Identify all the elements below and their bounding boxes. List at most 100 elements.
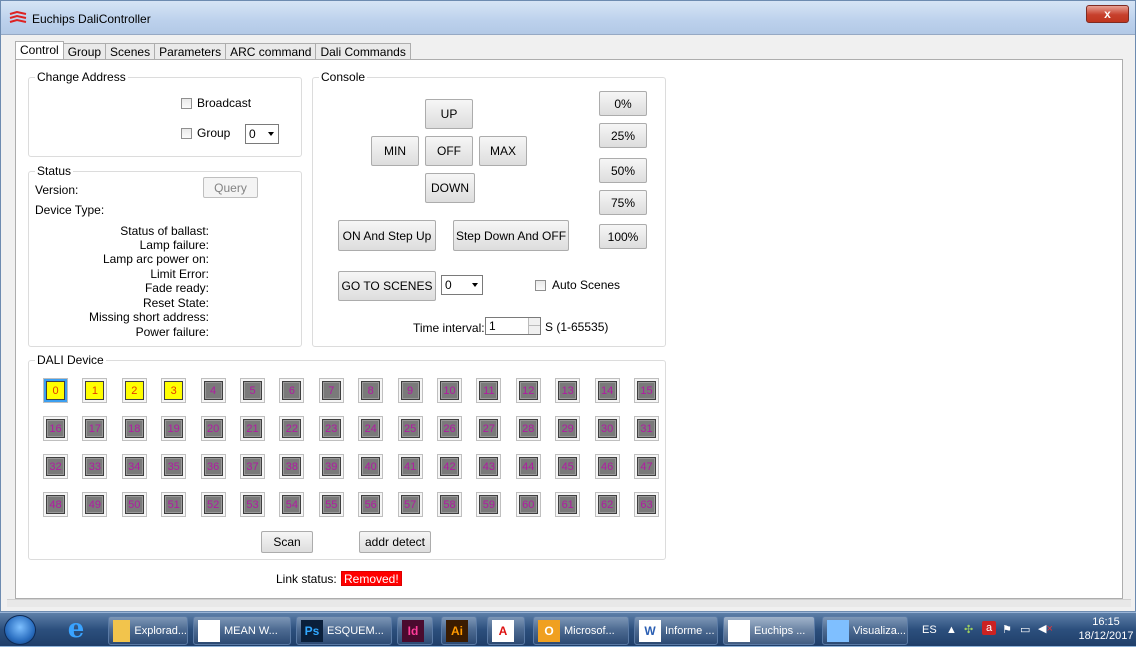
device-button-57[interactable]: 57 [400, 495, 420, 514]
close-button[interactable]: x [1086, 5, 1129, 23]
scan-button[interactable]: Scan [261, 531, 313, 553]
device-button-20[interactable]: 20 [203, 419, 223, 438]
device-button-12[interactable]: 12 [518, 381, 538, 400]
device-button-55[interactable]: 55 [321, 495, 341, 514]
max-button[interactable]: MAX [479, 136, 527, 166]
device-button-13[interactable]: 13 [558, 381, 578, 400]
network-tray-icon[interactable]: ✣ [964, 623, 973, 636]
start-button[interactable] [4, 615, 36, 645]
off-button[interactable]: OFF [425, 136, 473, 166]
group-select[interactable]: 0 [245, 124, 279, 144]
device-button-41[interactable]: 41 [400, 457, 420, 476]
device-button-27[interactable]: 27 [479, 419, 499, 438]
device-button-58[interactable]: 58 [440, 495, 459, 514]
device-button-51[interactable]: 51 [164, 495, 184, 514]
device-button-37[interactable]: 37 [243, 457, 262, 476]
device-button-9[interactable]: 9 [400, 381, 420, 400]
device-button-2[interactable]: 2 [124, 381, 144, 400]
device-button-31[interactable]: 31 [637, 419, 656, 438]
tab-control[interactable]: Control [15, 41, 64, 61]
device-button-60[interactable]: 60 [518, 495, 538, 514]
device-button-46[interactable]: 46 [597, 457, 617, 476]
device-button-4[interactable]: 4 [203, 381, 223, 400]
monitor-tray-icon[interactable]: ▭ [1020, 623, 1030, 636]
taskbar-item-2[interactable]: Ps ESQUEM... [296, 616, 392, 645]
device-button-24[interactable]: 24 [361, 419, 381, 438]
device-button-17[interactable]: 17 [85, 419, 105, 438]
device-button-10[interactable]: 10 [440, 381, 459, 400]
device-button-6[interactable]: 6 [282, 381, 302, 400]
device-button-34[interactable]: 34 [124, 457, 144, 476]
twenty-five-percent-button[interactable]: 25% [599, 123, 647, 148]
device-button-44[interactable]: 44 [518, 457, 538, 476]
device-button-50[interactable]: 50 [124, 495, 144, 514]
device-button-35[interactable]: 35 [164, 457, 184, 476]
up-button[interactable]: UP [425, 99, 473, 129]
device-button-62[interactable]: 62 [597, 495, 617, 514]
spinner-down-icon[interactable] [528, 326, 540, 334]
device-button-25[interactable]: 25 [400, 419, 420, 438]
scene-select[interactable]: 0 [441, 275, 483, 295]
device-button-1[interactable]: 1 [85, 381, 105, 400]
acrobat-tray-icon[interactable]: a [982, 621, 996, 635]
device-button-21[interactable]: 21 [243, 419, 262, 438]
device-button-30[interactable]: 30 [597, 419, 617, 438]
down-button[interactable]: DOWN [425, 173, 475, 203]
taskbar-item-6[interactable]: O Microsof... [533, 616, 629, 645]
clock-time[interactable]: 16:15 [1084, 616, 1128, 628]
hundred-percent-button[interactable]: 100% [599, 224, 647, 249]
auto-scenes-checkbox[interactable] [535, 280, 546, 291]
device-button-33[interactable]: 33 [85, 457, 105, 476]
group-checkbox[interactable] [181, 128, 192, 139]
device-button-3[interactable]: 3 [164, 381, 184, 400]
horizontal-scrollbar[interactable] [7, 599, 1131, 607]
device-button-59[interactable]: 59 [479, 495, 499, 514]
internet-explorer-icon[interactable]: e [64, 616, 88, 642]
device-button-26[interactable]: 26 [440, 419, 459, 438]
device-button-14[interactable]: 14 [597, 381, 617, 400]
device-button-56[interactable]: 56 [361, 495, 381, 514]
spinner-up-icon[interactable] [528, 318, 540, 326]
clock-date[interactable]: 18/12/2017 [1076, 630, 1136, 642]
min-button[interactable]: MIN [371, 136, 419, 166]
device-button-53[interactable]: 53 [243, 495, 262, 514]
device-button-38[interactable]: 38 [282, 457, 302, 476]
device-button-43[interactable]: 43 [479, 457, 499, 476]
device-button-45[interactable]: 45 [558, 457, 578, 476]
taskbar-item-3[interactable]: Id [397, 616, 433, 645]
device-button-52[interactable]: 52 [203, 495, 223, 514]
device-button-63[interactable]: 63 [637, 495, 656, 514]
time-interval-spinner[interactable]: 1 [485, 317, 541, 335]
device-button-15[interactable]: 15 [637, 381, 656, 400]
device-button-36[interactable]: 36 [203, 457, 223, 476]
volume-muted-icon[interactable]: ◀× [1038, 622, 1053, 635]
device-button-11[interactable]: 11 [479, 381, 499, 400]
language-indicator[interactable]: ES [922, 624, 937, 636]
device-button-54[interactable]: 54 [282, 495, 302, 514]
device-button-8[interactable]: 8 [361, 381, 381, 400]
taskbar-item-5[interactable]: A [487, 616, 525, 645]
taskbar-item-4[interactable]: Ai [441, 616, 477, 645]
step-down-and-off-button[interactable]: Step Down And OFF [453, 220, 569, 251]
device-button-28[interactable]: 28 [518, 419, 538, 438]
device-button-48[interactable]: 48 [46, 495, 65, 514]
device-button-0[interactable]: 0 [44, 379, 67, 402]
on-and-step-up-button[interactable]: ON And Step Up [338, 220, 436, 251]
device-button-32[interactable]: 32 [46, 457, 65, 476]
taskbar-item-0[interactable]: Explorad... [108, 616, 188, 645]
device-button-42[interactable]: 42 [440, 457, 459, 476]
device-button-18[interactable]: 18 [124, 419, 144, 438]
taskbar-item-8[interactable]: Euchips ... [723, 616, 815, 645]
device-button-39[interactable]: 39 [321, 457, 341, 476]
device-button-22[interactable]: 22 [282, 419, 302, 438]
device-button-23[interactable]: 23 [321, 419, 341, 438]
device-button-7[interactable]: 7 [321, 381, 341, 400]
broadcast-checkbox[interactable] [181, 98, 192, 109]
taskbar-item-1[interactable]: MEAN W... [193, 616, 291, 645]
flag-icon[interactable]: ⚑ [1002, 623, 1012, 636]
seventy-five-percent-button[interactable]: 75% [599, 190, 647, 215]
device-button-61[interactable]: 61 [558, 495, 578, 514]
device-button-40[interactable]: 40 [361, 457, 381, 476]
taskbar-item-9[interactable]: Visualiza... [822, 616, 908, 645]
device-button-49[interactable]: 49 [85, 495, 105, 514]
